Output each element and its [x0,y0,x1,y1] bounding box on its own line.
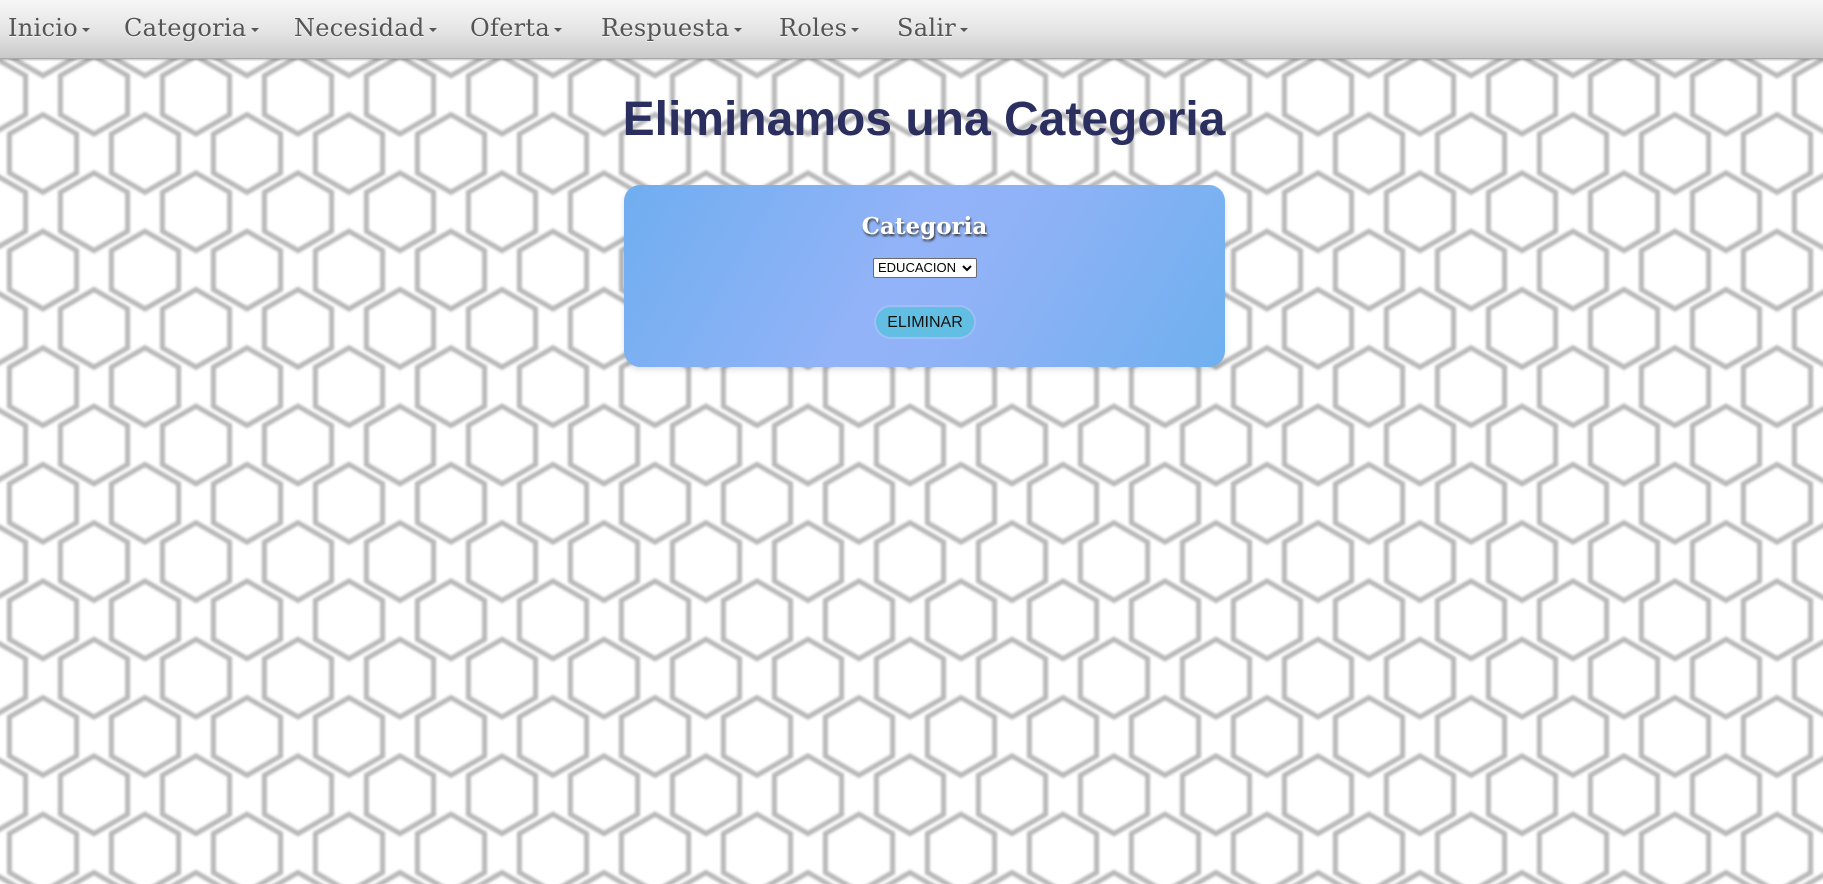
nav-item-label: Salir [897,14,957,42]
category-select[interactable]: EDUCACION [873,258,977,278]
nav-item-necesidad[interactable]: Necesidad [294,0,437,56]
delete-button[interactable]: ELIMINAR [876,307,974,337]
caret-down-icon [81,27,90,32]
delete-category-form: Categoria EDUCACION ELIMINAR [624,185,1225,367]
nav-item-inicio[interactable]: Inicio [8,0,90,56]
nav-item-label: Inicio [8,14,78,42]
caret-down-icon [428,27,437,32]
top-navbar: Inicio Categoria Necesidad Oferta Respue… [0,0,1823,59]
nav-item-oferta[interactable]: Oferta [470,0,562,56]
nav-item-roles[interactable]: Roles [779,0,860,56]
caret-down-icon [733,27,742,32]
nav-item-categoria[interactable]: Categoria [124,0,259,56]
caret-down-icon [851,27,860,32]
caret-down-icon [960,27,969,32]
nav-item-label: Oferta [470,14,550,42]
caret-down-icon [554,27,562,32]
nav-item-label: Roles [779,14,848,42]
caret-down-icon [250,27,259,32]
nav-item-respuesta[interactable]: Respuesta [601,0,742,56]
category-select-value: EDUCACION [878,260,957,275]
page-title: Eliminamos una Categoria [622,93,1226,146]
nav-item-label: Respuesta [601,14,730,42]
category-field-label: Categoria [861,213,988,240]
chevron-down-icon [962,265,972,272]
nav-item-label: Necesidad [294,14,425,42]
nav-item-label: Categoria [124,14,247,42]
nav-item-salir[interactable]: Salir [897,0,969,56]
